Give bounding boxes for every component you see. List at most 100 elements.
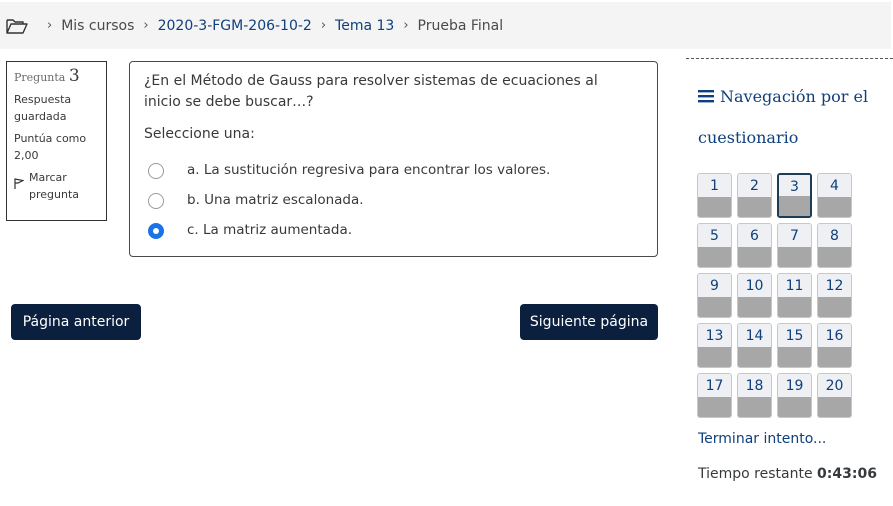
answer-label-b: b. Una matriz escalonada. <box>187 192 364 208</box>
answered-indicator <box>738 247 771 267</box>
quiz-nav-question-button[interactable]: 2 <box>737 173 772 218</box>
quiz-nav-question-number: 15 <box>778 324 811 348</box>
quiz-nav-question-button[interactable]: 13 <box>697 323 732 368</box>
quiz-nav-question-number: 19 <box>778 374 811 398</box>
question-content: ¿En el Método de Gauss para resolver sis… <box>129 61 658 257</box>
quiz-navigation-title-text: Navegación por el cuestionario <box>698 87 869 147</box>
answered-indicator <box>778 247 811 267</box>
quiz-nav-question-button[interactable]: 7 <box>777 223 812 268</box>
quiz-nav-question-number: 8 <box>818 224 851 248</box>
radio-a[interactable] <box>148 162 164 179</box>
breadcrumb-topic[interactable]: Tema 13 <box>335 18 394 34</box>
answered-indicator <box>738 297 771 317</box>
quiz-nav-question-button[interactable]: 19 <box>777 373 812 418</box>
quiz-nav-question-number: 13 <box>698 324 731 348</box>
quiz-nav-question-number: 7 <box>778 224 811 248</box>
answered-indicator <box>818 397 851 417</box>
quiz-nav-question-number: 11 <box>778 274 811 298</box>
answered-indicator <box>698 197 731 217</box>
question-state: Respuesta guardada <box>14 93 72 123</box>
quiz-nav-question-number: 6 <box>738 224 771 248</box>
question-text: ¿En el Método de Gauss para resolver sis… <box>144 73 598 110</box>
answered-indicator <box>779 196 810 216</box>
breadcrumb-separator: › <box>320 18 327 33</box>
answered-indicator <box>698 347 731 367</box>
quiz-nav-question-button[interactable]: 3 <box>777 173 812 218</box>
question-number-line: Pregunta 3 <box>14 68 99 86</box>
answered-indicator <box>698 297 731 317</box>
flag-icon <box>14 177 25 195</box>
quiz-nav-question-number: 12 <box>818 274 851 298</box>
quiz-nav-question-number: 20 <box>818 374 851 398</box>
quiz-nav-question-button[interactable]: 5 <box>697 223 732 268</box>
quiz-nav-question-button[interactable]: 16 <box>817 323 852 368</box>
breadcrumb-separator: › <box>403 18 409 33</box>
quiz-nav-question-button[interactable]: 20 <box>817 373 852 418</box>
quiz-navigation-title: Navegación por el cuestionario <box>698 77 888 158</box>
breadcrumb-current-page: Prueba Final <box>417 17 504 34</box>
quiz-nav-question-number: 2 <box>738 174 771 198</box>
quiz-nav-question-number: 10 <box>738 274 771 298</box>
answered-indicator <box>738 197 771 217</box>
quiz-nav-question-button[interactable]: 14 <box>737 323 772 368</box>
quiz-nav-question-button[interactable]: 9 <box>697 273 732 318</box>
quiz-nav-question-button[interactable]: 6 <box>737 223 772 268</box>
flag-question-link[interactable]: Marcar pregunta <box>14 169 99 203</box>
quiz-nav-question-number: 17 <box>698 374 731 398</box>
radio-b[interactable] <box>148 192 164 209</box>
quiz-nav-question-button[interactable]: 17 <box>697 373 732 418</box>
time-remaining-label: Tiempo restante <box>698 466 813 482</box>
answered-indicator <box>818 347 851 367</box>
hamburger-icon <box>698 78 714 118</box>
question-label: Pregunta <box>14 71 66 84</box>
answered-indicator <box>738 397 771 417</box>
radio-c[interactable] <box>148 222 164 239</box>
previous-page-button[interactable]: Página anterior <box>11 304 141 340</box>
answered-indicator <box>818 247 851 267</box>
quiz-navigation-block: Navegación por el cuestionario 123456789… <box>686 58 893 506</box>
answered-indicator <box>778 347 811 367</box>
answered-indicator <box>818 297 851 317</box>
answered-indicator <box>698 397 731 417</box>
breadcrumb: › Mis cursos › 2020-3-FGM-206-10-2 › Tem… <box>0 2 891 49</box>
time-remaining-value: 0:43:06 <box>817 466 877 482</box>
breadcrumb-my-courses[interactable]: Mis cursos <box>61 18 134 34</box>
breadcrumb-separator: › <box>47 18 53 33</box>
time-remaining: Tiempo restante 0:43:06 <box>698 466 877 482</box>
answered-indicator <box>778 297 811 317</box>
answered-indicator <box>818 197 851 217</box>
quiz-nav-question-button[interactable]: 18 <box>737 373 772 418</box>
quiz-nav-question-number: 16 <box>818 324 851 348</box>
quiz-nav-question-button[interactable]: 1 <box>697 173 732 218</box>
quiz-nav-question-button[interactable]: 8 <box>817 223 852 268</box>
next-page-button[interactable]: Siguiente página <box>520 304 658 340</box>
answer-option-a[interactable]: a. La sustitución regresiva para encontr… <box>148 160 550 181</box>
answer-label-c: c. La matriz aumentada. <box>187 222 353 238</box>
quiz-nav-question-number: 1 <box>698 174 731 198</box>
quiz-nav-question-button[interactable]: 4 <box>817 173 852 218</box>
breadcrumb-course[interactable]: 2020-3-FGM-206-10-2 <box>158 18 312 34</box>
answered-indicator <box>698 247 731 267</box>
answered-indicator <box>778 397 811 417</box>
quiz-nav-question-number: 5 <box>698 224 731 248</box>
quiz-nav-question-number: 4 <box>818 174 851 198</box>
breadcrumb-separator: › <box>143 18 149 33</box>
quiz-nav-question-button[interactable]: 11 <box>777 273 812 318</box>
question-grid: 1 2 3 4 5 6 7 8 9 10 11 12 13 14 15 16 17 18 19 20 <box>697 173 852 418</box>
answer-label-a: a. La sustitución regresiva para encontr… <box>187 162 551 178</box>
quiz-nav-question-button[interactable]: 15 <box>777 323 812 368</box>
folder-icon[interactable] <box>6 17 28 35</box>
answer-option-b[interactable]: b. Una matriz escalonada. <box>148 190 364 211</box>
question-info: Pregunta 3 Respuesta guardada Puntúa com… <box>6 61 107 221</box>
quiz-nav-question-button[interactable]: 10 <box>737 273 772 318</box>
answer-option-c[interactable]: c. La matriz aumentada. <box>148 220 352 241</box>
flag-label: Marcar pregunta <box>29 171 80 201</box>
question-grade: Puntúa como 2,00 <box>14 132 87 162</box>
question-number: 3 <box>68 66 80 86</box>
quiz-nav-question-number: 9 <box>698 274 731 298</box>
finish-attempt-link[interactable]: Terminar intento... <box>698 431 826 447</box>
quiz-nav-question-button[interactable]: 12 <box>817 273 852 318</box>
answer-prompt: Seleccione una: <box>144 126 255 142</box>
answered-indicator <box>738 347 771 367</box>
quiz-nav-question-number: 14 <box>738 324 771 348</box>
